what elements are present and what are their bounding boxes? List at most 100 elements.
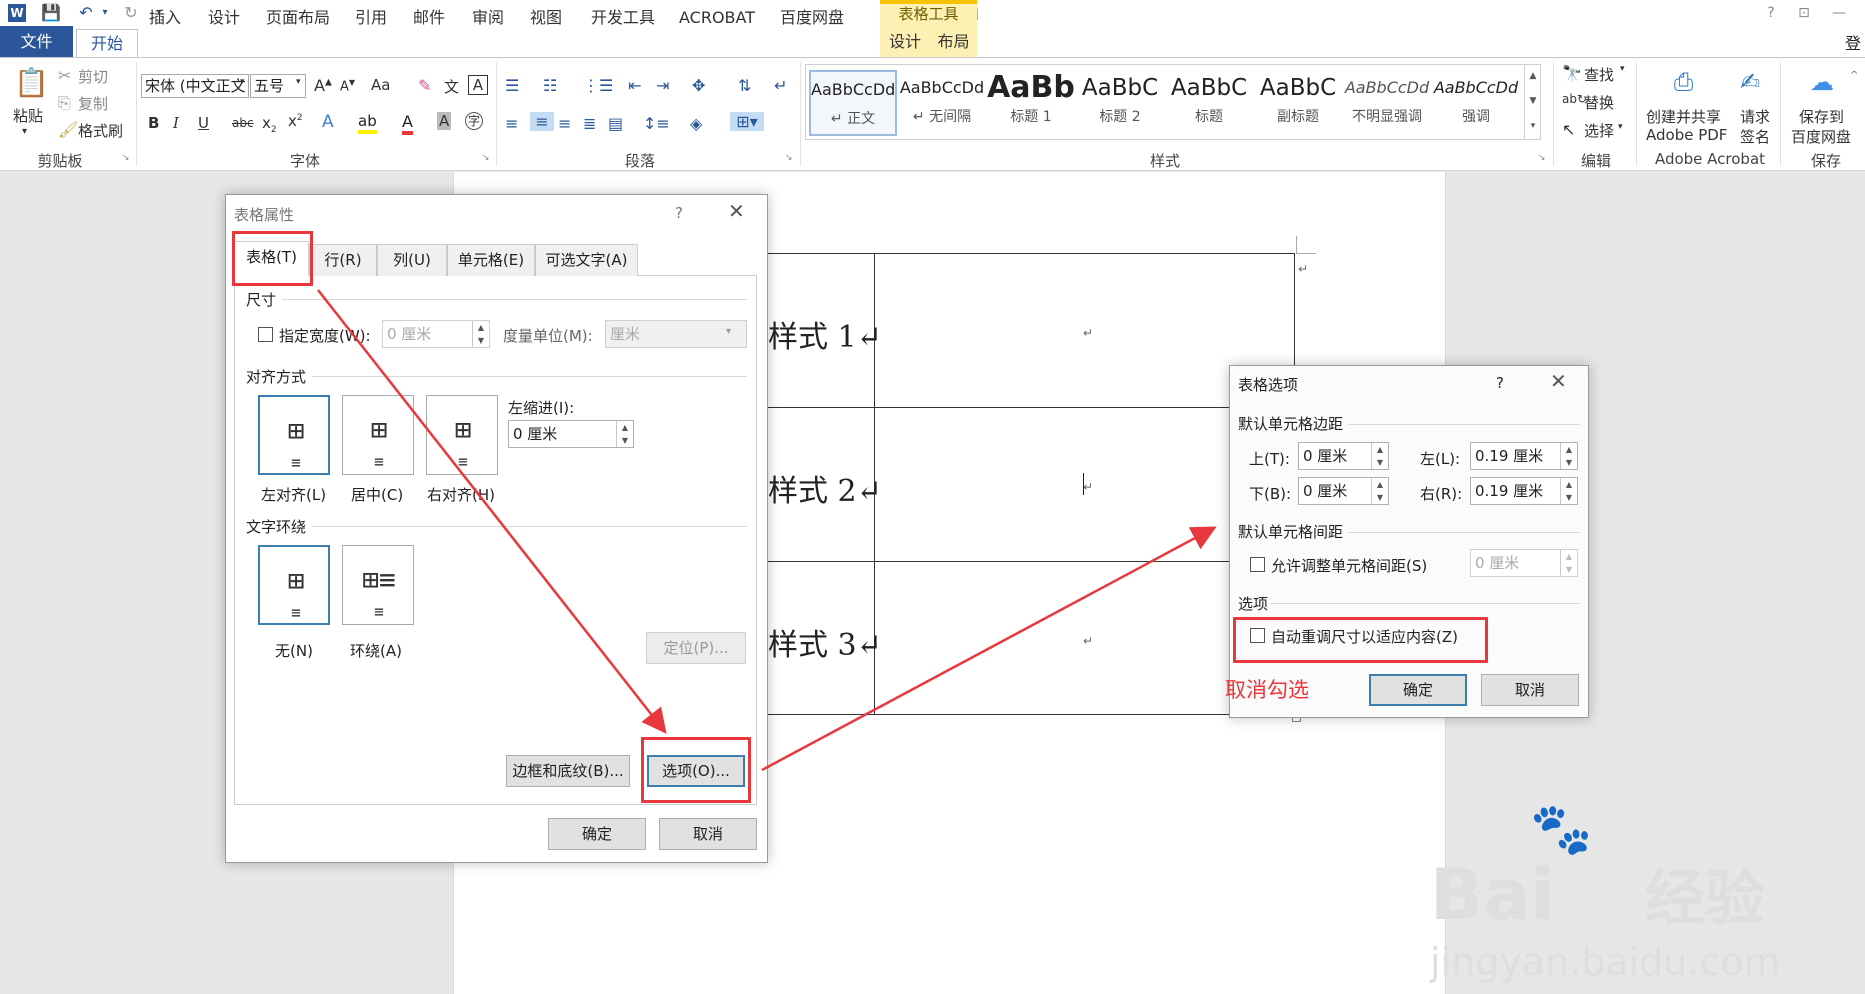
font-launcher-icon[interactable]: ↘ [482, 153, 490, 163]
ok-button[interactable]: 确定 [1369, 674, 1467, 706]
top-margin-spinner[interactable]: ▲ ▼ [1371, 443, 1388, 469]
align-right-icon[interactable]: ≡ [558, 114, 571, 133]
justify-icon[interactable]: ≣ [583, 114, 596, 133]
align-left-option[interactable]: ⊞ ≡ [258, 395, 330, 475]
tab-file[interactable]: 文件 [0, 26, 73, 58]
preferred-width-spinner[interactable]: ▲ ▼ [472, 321, 489, 347]
cut-button[interactable]: 剪切 [78, 66, 108, 87]
tab-mailings[interactable]: 邮件 [407, 4, 451, 32]
select-dropdown-icon[interactable]: ▾ [1618, 122, 1623, 132]
measure-in-dropdown-icon[interactable]: ▾ [726, 326, 731, 337]
align-center-label[interactable]: 居中(C) [351, 484, 403, 505]
borders-shading-button[interactable]: 边框和底纹(B)... [506, 755, 630, 787]
tab-baidu-netdisk[interactable]: 百度网盘 [774, 4, 850, 32]
style-title[interactable]: AaBbC 标题 [1165, 70, 1253, 136]
wrap-around-option[interactable]: ⊞≡ ≡ [342, 545, 414, 625]
tab-table-design[interactable]: 设计 [880, 26, 930, 58]
subscript-icon[interactable]: x2 [262, 114, 277, 135]
table-cell[interactable]: 样式 3↵ [768, 620, 882, 664]
create-share-button[interactable]: 创建并共享 [1646, 106, 1721, 127]
tab-column[interactable]: 列(U) [377, 244, 447, 276]
right-margin-spinner[interactable]: ▲ ▼ [1560, 478, 1577, 504]
tab-cell[interactable]: 单元格(E) [447, 244, 535, 276]
font-size-dropdown-icon[interactable]: ▾ [296, 77, 301, 87]
ok-button[interactable]: 确定 [548, 818, 646, 850]
tab-design[interactable]: 设计 [202, 4, 246, 32]
save-to-button[interactable]: 保存到 [1799, 106, 1844, 127]
bullets-icon[interactable]: ☰ [505, 76, 519, 95]
wrap-none-label[interactable]: 无(N) [275, 640, 313, 661]
paste-dropdown-icon[interactable]: ▾ [22, 126, 27, 137]
collapse-ribbon-icon[interactable]: ^ [1850, 70, 1858, 81]
cancel-button[interactable]: 取消 [1481, 674, 1579, 706]
spacing-spinner[interactable]: ▲ ▼ [1560, 550, 1577, 576]
shrink-font-icon[interactable]: A▼ [340, 78, 355, 94]
cut-icon[interactable]: ✂ [58, 66, 71, 85]
style-normal[interactable]: AaBbCcDd ↵ 正文 [809, 70, 897, 136]
font-name-dropdown-icon[interactable]: ▾ [240, 77, 245, 87]
adobe-pdf-label[interactable]: Adobe PDF [1646, 126, 1727, 144]
table-cell[interactable]: 样式 1↵ [768, 312, 882, 356]
line-spacing-icon[interactable]: ↕≡ [643, 114, 670, 133]
phonetic-guide-button[interactable]: 文 [444, 76, 459, 97]
grow-font-icon[interactable]: A▲ [314, 76, 332, 95]
table-cell[interactable]: 样式 2↵ [768, 466, 882, 510]
format-painter-button[interactable]: 格式刷 [78, 120, 123, 141]
increase-indent-icon[interactable]: ⇥ [656, 76, 669, 95]
underline-icon[interactable]: U [198, 114, 209, 132]
style-heading-2[interactable]: AaBbC 标题 2 [1076, 70, 1164, 136]
positioning-button[interactable]: 定位(P)... [646, 632, 746, 664]
styles-scroll[interactable]: ▲ ▼ ▾ [1524, 64, 1541, 140]
table-cell[interactable]: ↵ [1083, 634, 1093, 648]
close-icon[interactable]: ✕ [1550, 369, 1567, 393]
ribbon-display-icon[interactable]: ⊡ [1793, 2, 1815, 24]
help-button[interactable]: ? [675, 204, 683, 222]
help-icon[interactable]: ? [1760, 2, 1782, 24]
style-emphasis[interactable]: AaBbCcDd 强调 [1432, 70, 1520, 136]
bold-icon[interactable]: B [148, 114, 159, 132]
save-icon[interactable]: 💾 [40, 3, 62, 23]
paste-icon[interactable]: 📋 [14, 66, 49, 102]
table-cell[interactable]: ↵ [1083, 480, 1093, 494]
tab-references[interactable]: 引用 [349, 4, 393, 32]
superscript-icon[interactable]: x2 [288, 112, 303, 130]
replace-button[interactable]: 替换 [1584, 92, 1614, 113]
select-icon[interactable]: ↖ [1562, 120, 1575, 139]
clipboard-launcher-icon[interactable]: ↘ [122, 153, 130, 163]
font-name-combo[interactable]: 宋体 (中文正文 [141, 74, 249, 98]
table-cell[interactable]: ↵ [1083, 326, 1093, 340]
minimize-icon[interactable]: — [1828, 2, 1850, 24]
cancel-button[interactable]: 取消 [659, 818, 757, 850]
align-right-option[interactable]: ⊞ ≡ [426, 395, 498, 475]
sign-in-link[interactable]: 登 [1845, 30, 1861, 54]
undo-icon[interactable]: ↶ [75, 3, 97, 23]
shading-icon[interactable]: ◈ [690, 114, 702, 133]
find-button[interactable]: 查找 [1584, 64, 1614, 85]
enclose-characters-icon[interactable]: 字 [465, 112, 483, 130]
change-case-button[interactable]: Aa [371, 76, 390, 94]
help-button[interactable]: ? [1496, 374, 1504, 392]
character-border-icon[interactable]: A [468, 75, 488, 95]
tab-acrobat[interactable]: ACROBAT [673, 4, 761, 32]
tab-view[interactable]: 视图 [524, 4, 568, 32]
redo-icon[interactable]: ↻ [120, 3, 142, 23]
distributed-icon[interactable]: ▤ [608, 114, 623, 133]
format-painter-icon[interactable]: 🖌 [58, 120, 78, 139]
font-color-icon[interactable]: A [402, 112, 413, 135]
highlight-icon[interactable]: ab [358, 112, 377, 134]
text-effects-icon[interactable]: A [322, 112, 334, 132]
undo-dropdown-icon[interactable]: ▾ [98, 3, 112, 23]
align-center-icon[interactable]: ≡ [530, 112, 554, 131]
style-no-spacing[interactable]: AaBbCcDd ↵ 无间隔 [898, 70, 986, 136]
left-margin-spinner[interactable]: ▲ ▼ [1560, 443, 1577, 469]
style-subtitle[interactable]: AaBbC 副标题 [1254, 70, 1342, 136]
copy-button[interactable]: 复制 [78, 93, 108, 114]
select-button[interactable]: 选择 [1584, 120, 1614, 141]
tab-insert[interactable]: 插入 [143, 4, 187, 32]
decrease-indent-icon[interactable]: ⇤ [628, 76, 641, 95]
paste-button[interactable]: 粘贴 [13, 105, 43, 126]
tab-page-layout[interactable]: 页面布局 [260, 4, 336, 32]
word-app-icon[interactable]: W [8, 4, 26, 22]
tab-developer[interactable]: 开发工具 [585, 4, 661, 32]
baidu-netdisk-label[interactable]: 百度网盘 [1791, 126, 1851, 147]
